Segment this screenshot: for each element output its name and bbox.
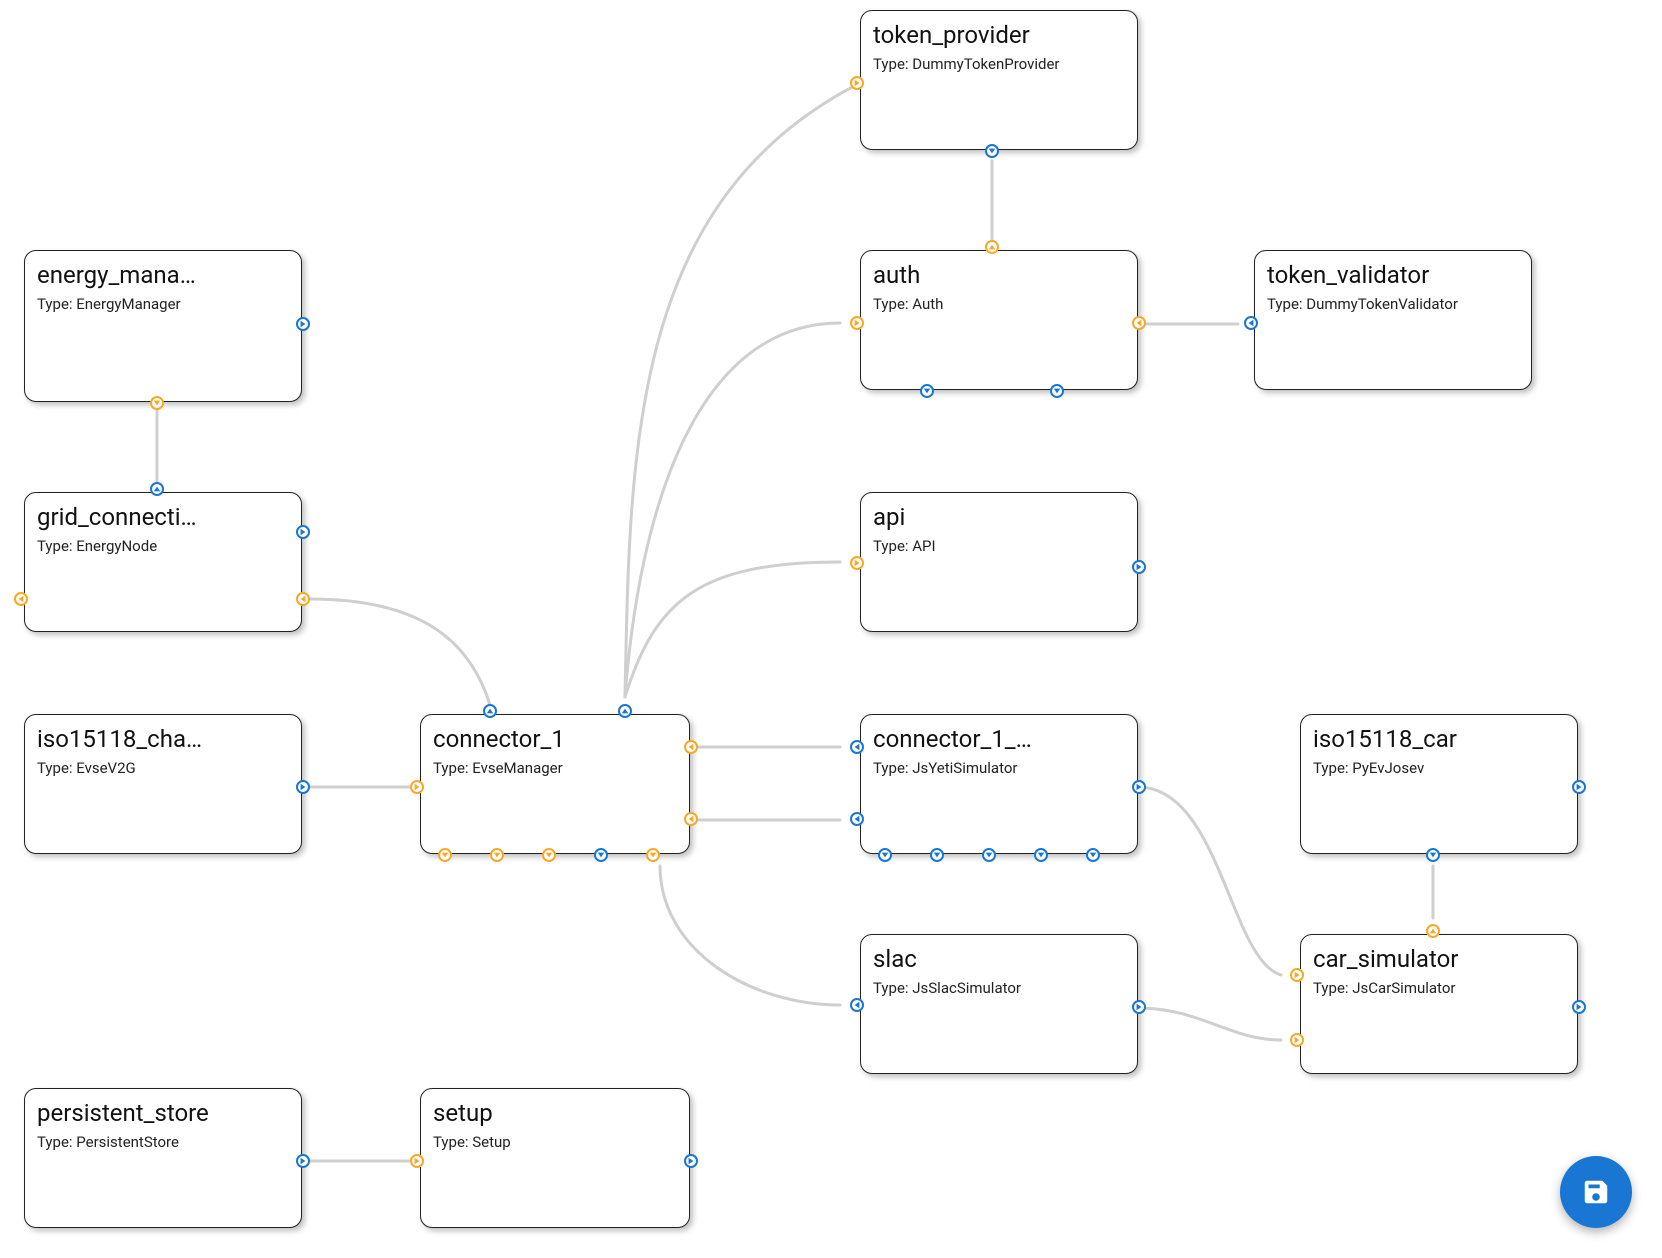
node-title: auth <box>873 261 1125 289</box>
node-iso15118-charger[interactable]: iso15118_cha… Type: EvseV2G <box>24 714 302 854</box>
node-energy-manager[interactable]: energy_mana… Type: EnergyManager <box>24 250 302 402</box>
node-title: grid_connecti… <box>37 503 289 531</box>
port-bottom-icon[interactable] <box>646 848 660 862</box>
port-bottom-icon[interactable] <box>594 848 608 862</box>
port-left-icon[interactable] <box>14 592 28 606</box>
node-type: Type: PersistentStore <box>37 1133 289 1151</box>
port-bottom-icon[interactable] <box>438 848 452 862</box>
node-type: Type: DummyTokenProvider <box>873 55 1125 73</box>
node-setup[interactable]: setup Type: Setup <box>420 1088 690 1228</box>
port-top-icon[interactable] <box>1426 924 1440 938</box>
node-type: Type: JsCarSimulator <box>1313 979 1565 997</box>
save-icon <box>1581 1177 1611 1207</box>
port-bottom-icon[interactable] <box>1050 384 1064 398</box>
node-title: energy_mana… <box>37 261 289 289</box>
port-left-lower-icon[interactable] <box>1290 1033 1304 1047</box>
port-bottom-icon[interactable] <box>1426 848 1440 862</box>
port-right-icon[interactable] <box>1572 780 1586 794</box>
node-title: api <box>873 503 1125 531</box>
port-right-upper-icon[interactable] <box>684 740 698 754</box>
node-type: Type: Auth <box>873 295 1125 313</box>
node-slac[interactable]: slac Type: JsSlacSimulator <box>860 934 1138 1074</box>
node-api[interactable]: api Type: API <box>860 492 1138 632</box>
node-type: Type: EnergyNode <box>37 537 289 555</box>
node-persistent-store[interactable]: persistent_store Type: PersistentStore <box>24 1088 302 1228</box>
port-left-icon[interactable] <box>850 998 864 1012</box>
port-right-lower-icon[interactable] <box>684 812 698 826</box>
node-token-provider[interactable]: token_provider Type: DummyTokenProvider <box>860 10 1138 150</box>
port-bottom-icon[interactable] <box>150 396 164 410</box>
node-type: Type: EnergyManager <box>37 295 289 313</box>
node-title: token_provider <box>873 21 1125 49</box>
port-left-icon[interactable] <box>410 1154 424 1168</box>
port-left-icon[interactable] <box>850 316 864 330</box>
port-bottom-icon[interactable] <box>878 848 892 862</box>
save-button[interactable] <box>1560 1156 1632 1228</box>
diagram-canvas[interactable]: energy_mana… Type: EnergyManager grid_co… <box>0 0 1662 1258</box>
port-top-icon[interactable] <box>150 482 164 496</box>
port-left-upper-icon[interactable] <box>1290 968 1304 982</box>
port-bottom-icon[interactable] <box>1034 848 1048 862</box>
port-bottom-icon[interactable] <box>982 848 996 862</box>
port-left-icon[interactable] <box>1244 316 1258 330</box>
port-top-right-icon[interactable] <box>618 704 632 718</box>
port-right-icon[interactable] <box>1132 316 1146 330</box>
port-right-lower-icon[interactable] <box>296 592 310 606</box>
port-right-icon[interactable] <box>1132 780 1146 794</box>
node-connector-1[interactable]: connector_1 Type: EvseManager <box>420 714 690 854</box>
node-car-simulator[interactable]: car_simulator Type: JsCarSimulator <box>1300 934 1578 1074</box>
port-left-upper-icon[interactable] <box>850 740 864 754</box>
port-right-icon[interactable] <box>1132 560 1146 574</box>
port-bottom-icon[interactable] <box>542 848 556 862</box>
port-right-icon[interactable] <box>296 780 310 794</box>
port-left-icon[interactable] <box>410 780 424 794</box>
port-right-icon[interactable] <box>296 1154 310 1168</box>
port-left-lower-icon[interactable] <box>850 812 864 826</box>
node-title: iso15118_car <box>1313 725 1565 753</box>
port-bottom-icon[interactable] <box>490 848 504 862</box>
port-right-icon[interactable] <box>684 1154 698 1168</box>
node-type: Type: JsSlacSimulator <box>873 979 1125 997</box>
node-title: car_simulator <box>1313 945 1565 973</box>
port-right-icon[interactable] <box>296 317 310 331</box>
node-title: connector_1 <box>433 725 677 753</box>
node-iso15118-car[interactable]: iso15118_car Type: PyEvJosev <box>1300 714 1578 854</box>
node-grid-connection[interactable]: grid_connecti… Type: EnergyNode <box>24 492 302 632</box>
port-left-icon[interactable] <box>850 76 864 90</box>
node-type: Type: JsYetiSimulator <box>873 759 1125 777</box>
node-type: Type: Setup <box>433 1133 677 1151</box>
node-title: persistent_store <box>37 1099 289 1127</box>
port-right-icon[interactable] <box>1132 1000 1146 1014</box>
port-right-icon[interactable] <box>1572 1000 1586 1014</box>
node-auth[interactable]: auth Type: Auth <box>860 250 1138 390</box>
port-left-icon[interactable] <box>850 556 864 570</box>
node-title: slac <box>873 945 1125 973</box>
port-right-upper-icon[interactable] <box>296 525 310 539</box>
node-type: Type: EvseManager <box>433 759 677 777</box>
node-type: Type: DummyTokenValidator <box>1267 295 1519 313</box>
port-top-left-icon[interactable] <box>483 704 497 718</box>
port-bottom-icon[interactable] <box>930 848 944 862</box>
node-title: iso15118_cha… <box>37 725 289 753</box>
port-bottom-icon[interactable] <box>920 384 934 398</box>
node-title: token_validator <box>1267 261 1519 289</box>
node-type: Type: PyEvJosev <box>1313 759 1565 777</box>
node-type: Type: API <box>873 537 1125 555</box>
node-title: setup <box>433 1099 677 1127</box>
node-type: Type: EvseV2G <box>37 759 289 777</box>
port-bottom-icon[interactable] <box>1086 848 1100 862</box>
node-token-validator[interactable]: token_validator Type: DummyTokenValidato… <box>1254 250 1532 390</box>
port-top-icon[interactable] <box>985 240 999 254</box>
node-connector-1-sim[interactable]: connector_1_… Type: JsYetiSimulator <box>860 714 1138 854</box>
node-title: connector_1_… <box>873 725 1125 753</box>
port-bottom-icon[interactable] <box>985 144 999 158</box>
